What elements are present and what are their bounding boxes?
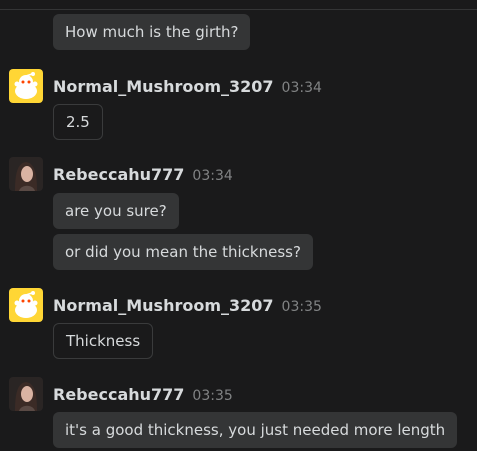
timestamp: 03:34 <box>281 80 322 96</box>
message-bubble[interactable]: or did you mean the thickness? <box>53 234 313 270</box>
message-text: Thickness <box>66 332 141 350</box>
username[interactable]: Rebeccahu777 <box>53 385 184 404</box>
top-divider <box>0 0 477 10</box>
message-header: Rebeccahu777 03:34 <box>53 165 233 184</box>
username[interactable]: Normal_Mushroom_3207 <box>53 77 274 96</box>
username[interactable]: Normal_Mushroom_3207 <box>53 296 274 315</box>
message-text: are you sure? <box>65 202 167 220</box>
chat-thread: How much is the girth? Normal_Mushroom_3… <box>0 0 477 451</box>
message-text: or did you mean the thickness? <box>65 243 301 261</box>
snoo-avatar-icon[interactable] <box>9 288 43 322</box>
timestamp: 03:35 <box>281 299 322 315</box>
snoo-avatar-icon[interactable] <box>9 69 43 103</box>
timestamp: 03:35 <box>192 388 233 404</box>
timestamp: 03:34 <box>192 168 233 184</box>
message-bubble[interactable]: are you sure? <box>53 193 179 229</box>
message-header: Rebeccahu777 03:35 <box>53 385 233 404</box>
username[interactable]: Rebeccahu777 <box>53 165 184 184</box>
message-bubble[interactable]: Thickness <box>53 323 154 359</box>
profile-photo-avatar[interactable] <box>9 377 43 411</box>
profile-photo-avatar[interactable] <box>9 157 43 191</box>
message-text: How much is the girth? <box>65 23 239 41</box>
message-header: Normal_Mushroom_3207 03:35 <box>53 296 322 315</box>
message-bubble[interactable]: 2.5 <box>53 104 103 140</box>
message-text: 2.5 <box>66 113 90 131</box>
message-text: it's a good thickness, you just needed m… <box>65 421 446 439</box>
message-header: Normal_Mushroom_3207 03:34 <box>53 77 322 96</box>
message-bubble[interactable]: it's a good thickness, you just needed m… <box>53 412 458 448</box>
message-bubble[interactable]: How much is the girth? <box>53 14 251 50</box>
